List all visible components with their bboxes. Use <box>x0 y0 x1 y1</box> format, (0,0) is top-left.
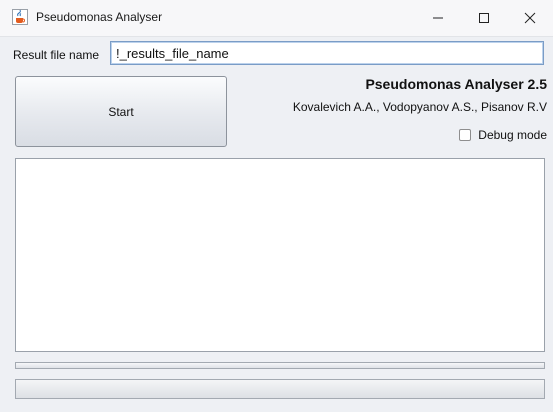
result-file-label: Result file name <box>13 48 100 62</box>
close-icon <box>524 12 536 24</box>
authors-text: Kovalevich A.A., Vodopyanov A.S., Pisano… <box>292 100 547 114</box>
log-output-area[interactable] <box>15 158 545 352</box>
start-button[interactable]: Start <box>15 76 227 147</box>
secondary-progress-bar <box>15 362 545 369</box>
progress-bar <box>15 379 545 399</box>
result-file-input[interactable] <box>110 41 544 65</box>
maximize-button[interactable] <box>461 0 507 36</box>
debug-mode-label: Debug mode <box>478 128 547 142</box>
title-bar[interactable]: Pseudomonas Analyser <box>0 0 553 37</box>
checkbox-icon[interactable] <box>459 129 472 141</box>
app-window: Pseudomonas Analyser Result file name St… <box>0 0 553 412</box>
app-version-title: Pseudomonas Analyser 2.5 <box>365 76 547 92</box>
java-cup-icon <box>12 9 28 25</box>
window-title: Pseudomonas Analyser <box>36 10 163 24</box>
minimize-button[interactable] <box>415 0 461 36</box>
main-panel: Result file name Start Pseudomonas Analy… <box>0 37 553 412</box>
minimize-icon <box>433 17 443 19</box>
close-button[interactable] <box>507 0 553 36</box>
maximize-icon <box>479 13 489 23</box>
debug-mode-checkbox[interactable]: Debug mode <box>459 127 547 143</box>
